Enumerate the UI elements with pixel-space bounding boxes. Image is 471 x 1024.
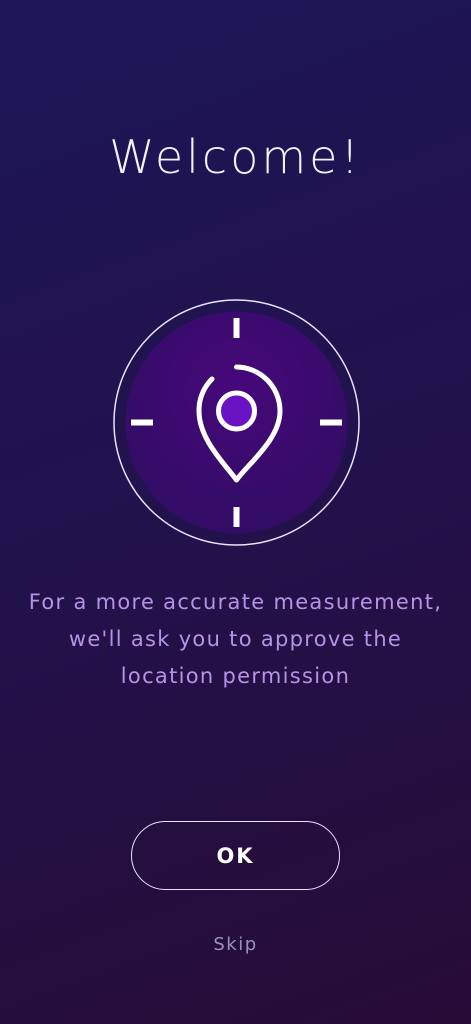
message-line: For a more accurate measurement, bbox=[28, 590, 443, 614]
location-illustration bbox=[113, 299, 360, 546]
pin-center bbox=[216, 390, 257, 432]
location-pin-icon bbox=[113, 299, 360, 546]
permission-message: For a more accurate measurement, we'll a… bbox=[10, 584, 461, 695]
welcome-screen: Welcome! For a more accurate measurement… bbox=[0, 0, 471, 1024]
skip-link[interactable]: Skip bbox=[0, 934, 471, 955]
message-line: we'll ask you to approve the bbox=[68, 627, 403, 651]
ok-button[interactable]: OK bbox=[131, 821, 340, 890]
message-line: location permission bbox=[120, 664, 351, 688]
page-title: Welcome! bbox=[109, 130, 362, 184]
